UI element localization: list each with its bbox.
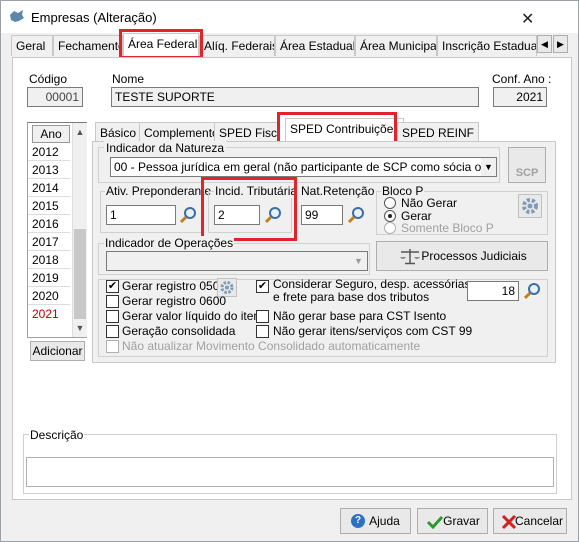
top-tab-strip: Geral Fechamento Área Federal Alíq. Fede… <box>7 33 573 57</box>
tab-complemento[interactable]: Complemento <box>139 122 224 142</box>
ativ-field[interactable]: 1 <box>106 205 176 225</box>
nao-atualizar-checkbox[interactable] <box>106 340 119 353</box>
tab-fechamento[interactable]: Fechamento <box>53 35 123 56</box>
codigo-label: Código <box>29 72 68 86</box>
tab-scroll-left-icon[interactable]: ◀ <box>537 35 552 53</box>
gravar-button[interactable]: Gravar <box>417 508 488 534</box>
search-icon[interactable] <box>521 281 543 301</box>
window-title: Empresas (Alteração) <box>31 10 157 25</box>
radio-nao-gerar[interactable] <box>384 197 396 209</box>
gerar-0600-label: Gerar registro 0600 <box>122 294 227 308</box>
operacoes-select[interactable] <box>106 251 368 271</box>
nome-label: Nome <box>112 72 145 86</box>
gear-icon[interactable] <box>518 194 542 218</box>
tab-scroll-right-icon[interactable]: ▶ <box>553 35 568 53</box>
year-item[interactable]: 2020 <box>28 287 70 305</box>
nao-gerar-base-checkbox[interactable] <box>256 310 269 323</box>
gerar-valor-liquido-checkbox[interactable] <box>106 310 119 323</box>
gerar-0500-label: Gerar registro 0500 <box>122 279 227 293</box>
adicionar-button[interactable]: Adicionar <box>30 341 85 361</box>
operacoes-label: Indicador de Operações <box>104 236 235 250</box>
radio-nao-gerar-label: Não Gerar <box>401 196 458 210</box>
codigo-field[interactable]: 00001 <box>27 87 83 107</box>
year-item[interactable]: 2017 <box>28 233 70 251</box>
tab-area-municipal[interactable]: Área Municipal <box>355 35 437 56</box>
gerar-0600-checkbox[interactable] <box>106 295 119 308</box>
tab-sped-fiscal[interactable]: SPED Fiscal <box>214 122 278 142</box>
radio-somente-bloco-p-label: Somente Bloco P <box>401 221 494 235</box>
nao-gerar-itens-label: Não gerar itens/serviços com CST 99 <box>273 324 473 338</box>
check-icon <box>427 515 443 529</box>
descricao-label: Descrição <box>29 428 85 442</box>
ajuda-label: Ajuda <box>369 514 400 528</box>
gerar-valor-liquido-label: Gerar valor líquido do item <box>122 309 264 323</box>
considerar-seguro-label: Considerar Seguro, desp. acessórias <box>273 277 471 291</box>
gravar-label: Gravar <box>443 514 480 528</box>
scp-button[interactable]: SCP <box>508 147 546 183</box>
year-item[interactable]: 2015 <box>28 197 70 215</box>
natureza-value: 00 - Pessoa jurídica em geral (não parti… <box>114 160 497 174</box>
scroll-down-icon[interactable]: ▼ <box>73 321 87 335</box>
year-item[interactable]: 2016 <box>28 215 70 233</box>
processos-judiciais-button[interactable]: Processos Judiciais <box>376 241 548 271</box>
nao-atualizar-label: Não atualizar Movimento Consolidado auto… <box>122 339 421 353</box>
cancelar-button[interactable]: Cancelar <box>493 508 567 534</box>
gerar-0500-checkbox[interactable]: ✔ <box>106 280 119 293</box>
chevron-down-icon[interactable]: ▼ <box>481 158 496 176</box>
ativ-label: Ativ. Preponderante <box>105 184 213 198</box>
app-icon <box>10 10 24 22</box>
natureza-label: Indicador da Natureza <box>104 141 227 155</box>
natureza-select[interactable]: 00 - Pessoa jurídica em geral (não parti… <box>110 157 497 177</box>
cancelar-label: Cancelar <box>514 514 564 528</box>
geracao-consolidada-label: Geração consolidada <box>122 324 236 338</box>
ajuda-button[interactable]: ? Ajuda <box>340 508 411 534</box>
nao-gerar-itens-checkbox[interactable] <box>256 325 269 338</box>
year-list-header: Ano <box>32 125 70 143</box>
processos-judiciais-label: Processos Judiciais <box>421 249 527 263</box>
scroll-up-icon[interactable]: ▲ <box>73 125 87 139</box>
nao-gerar-base-label: Não gerar base para CST Isento <box>273 309 447 323</box>
geracao-consolidada-checkbox[interactable] <box>106 325 119 338</box>
scales-icon <box>400 249 420 265</box>
search-icon[interactable] <box>345 205 367 225</box>
natret-label: Nat.Retenção <box>301 184 375 198</box>
year-item[interactable]: 2013 <box>28 161 70 179</box>
close-icon[interactable]: ✕ <box>521 9 534 29</box>
nome-field[interactable]: TESTE SUPORTE <box>111 87 479 107</box>
tab-inscricao-estadual[interactable]: Inscrição Estadual S <box>437 35 537 56</box>
year-item[interactable]: 2012 <box>28 143 70 161</box>
close-icon <box>501 514 517 530</box>
radio-gerar[interactable] <box>384 210 396 222</box>
chevron-down-icon[interactable]: ▼ <box>351 252 366 270</box>
natret-field[interactable]: 99 <box>301 205 343 225</box>
empresas-window: Empresas (Alteração) ✕ Geral Fechamento … <box>0 0 579 542</box>
considerar-seguro-label-line2: e frete para base dos tributos <box>273 290 430 304</box>
scroll-thumb[interactable] <box>74 229 86 319</box>
considerar-seguro-checkbox[interactable]: ✔ <box>256 280 269 293</box>
year-scrollbar[interactable]: ▲ ▼ <box>72 123 87 337</box>
highlight-area-federal <box>119 29 203 59</box>
conf-ano-label: Conf. Ano : <box>492 72 552 86</box>
seguro-field[interactable]: 18 <box>467 281 519 301</box>
year-item[interactable]: 2014 <box>28 179 70 197</box>
year-item[interactable]: 2019 <box>28 269 70 287</box>
title-bar: Empresas (Alteração) ✕ <box>1 1 578 33</box>
tab-sped-reinf[interactable]: SPED REINF <box>397 122 480 142</box>
radio-somente-bloco-p[interactable] <box>384 222 396 234</box>
descricao-textarea[interactable] <box>26 457 554 487</box>
tab-geral[interactable]: Geral <box>11 35 53 56</box>
year-rows: 2012 2013 2014 2015 2016 2017 2018 2019 … <box>28 143 72 335</box>
search-icon[interactable] <box>177 205 199 225</box>
year-item-selected[interactable]: 2021 <box>28 305 70 323</box>
year-list[interactable]: Ano 2012 2013 2014 2015 2016 2017 2018 2… <box>27 122 87 338</box>
year-item[interactable]: 2018 <box>28 251 70 269</box>
help-icon: ? <box>351 514 365 528</box>
tab-area-estadual[interactable]: Área Estadual <box>275 35 355 56</box>
conf-ano-field[interactable]: 2021 <box>493 87 547 107</box>
tab-basico[interactable]: Básico <box>95 122 142 142</box>
highlight-incid-tributaria <box>201 177 297 241</box>
tab-aliq-federais[interactable]: Alíq. Federais <box>199 35 275 56</box>
